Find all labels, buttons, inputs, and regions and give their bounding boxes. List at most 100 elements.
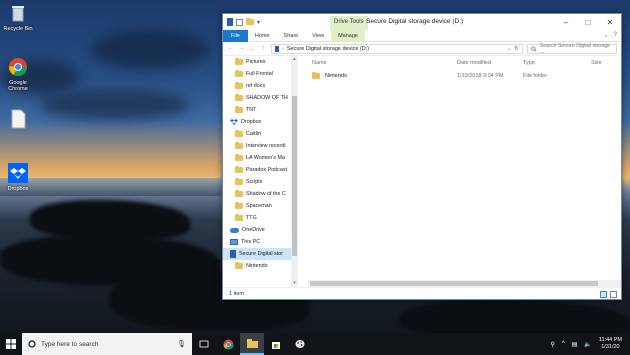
desktop-icon-document[interactable] [0, 108, 36, 132]
nav-item-6[interactable]: Caitlin [223, 128, 298, 140]
nav-item-16[interactable]: Secure Digital stor [223, 248, 298, 260]
up-icon[interactable]: ↑ [260, 45, 267, 52]
chrome-taskbar-icon[interactable] [216, 333, 240, 355]
minimize-button[interactable]: – [555, 14, 577, 30]
tab-view[interactable]: View [305, 30, 331, 42]
title-bar[interactable]: ▾ Drive Tools Secure Digital storage dev… [223, 14, 621, 30]
breadcrumb[interactable]: Secure Digital storage device (D:) [287, 46, 369, 52]
nav-item-13[interactable]: TTG [223, 212, 298, 224]
clock[interactable]: 11:44 PM 1/31/20 [599, 337, 622, 351]
search-box[interactable]: Search Secure Digital storage ... [527, 43, 617, 55]
desktop-icon-recycle-bin[interactable]: Recycle Bin [0, 2, 36, 32]
tab-home[interactable]: Home [248, 30, 277, 42]
nav-item-12[interactable]: Spaceman [223, 200, 298, 212]
start-button[interactable] [0, 333, 22, 355]
search-input[interactable]: Search Secure Digital storage ... [540, 43, 613, 55]
nav-item-10[interactable]: Scripts [223, 176, 298, 188]
desktop-icon-google-chrome[interactable]: Google Chrome [0, 56, 36, 92]
navigation-pane: Pictures Full Frontal ref docs SHADOW OF TH… [223, 56, 298, 287]
ribbon-help: ⌄ ? [604, 32, 617, 39]
chrome-icon [7, 56, 29, 78]
nav-item-label: OneDrive [242, 227, 265, 233]
document-icon [7, 108, 29, 130]
item-count: 1 item [229, 291, 244, 297]
quick-access-toolbar: ▾ [223, 17, 260, 26]
horizontal-scrollbar[interactable] [308, 280, 621, 287]
nav-item-label: LA Women's Ma [246, 155, 285, 161]
nav-item-9[interactable]: Paradox Podcast [223, 164, 298, 176]
desktop-icon-label: Recycle Bin [3, 26, 33, 32]
people-icon[interactable]: ⚲ [550, 341, 554, 348]
horizontal-scroll-thumb[interactable] [310, 281, 598, 286]
file-explorer-taskbar-icon[interactable] [240, 333, 264, 355]
folder-icon [235, 201, 243, 209]
nav-item-8[interactable]: LA Women's Ma [223, 152, 298, 164]
nav-scroll-thumb[interactable] [292, 96, 297, 256]
recycle-bin-icon [7, 2, 29, 24]
wallpaper-cloud [40, 90, 190, 120]
windows-icon [6, 339, 16, 349]
taskbar: Type here to search 🎙 ⚲ ^ ▤ 🔈 11:44 PM 1… [0, 333, 630, 355]
column-header-size[interactable]: Size [591, 60, 602, 66]
microphone-icon[interactable]: 🎙 [177, 340, 186, 348]
nav-item-5[interactable]: Dropbox [223, 116, 298, 128]
address-bar[interactable]: › Secure Digital storage device (D:) ⌄ ↻ [271, 43, 523, 54]
nav-item-label: Secure Digital stor [239, 251, 284, 257]
file-name: Nintendo [325, 73, 348, 79]
taskbar-search[interactable]: Type here to search 🎙 [22, 333, 192, 355]
nav-item-14[interactable]: OneDrive [223, 224, 298, 236]
nav-scrollbar[interactable]: ▴ ▾ [291, 56, 298, 287]
store-icon[interactable] [264, 333, 288, 355]
close-button[interactable]: ✕ [599, 14, 621, 30]
scroll-down-icon[interactable]: ▾ [291, 280, 298, 287]
maximize-button[interactable]: □ [577, 14, 599, 30]
ribbon-tabs: File Home Share View Manage ⌄ ? [223, 29, 621, 42]
column-header-name[interactable]: Name [312, 60, 457, 66]
network-icon[interactable]: ▤ [572, 341, 578, 348]
forward-icon[interactable]: → [238, 45, 245, 52]
help-icon[interactable]: ? [614, 32, 617, 39]
pc-icon [230, 239, 238, 245]
nav-item-15[interactable]: This PC [223, 236, 298, 248]
recent-locations-icon[interactable]: ⌄ [249, 46, 256, 52]
nav-item-1[interactable]: Full Frontal [223, 68, 298, 80]
drive-tools-context-tab: Drive Tools [330, 16, 368, 30]
file-date: 1/10/2018 3:04 PM [457, 73, 504, 79]
show-hidden-icons-icon[interactable]: ^ [562, 341, 565, 347]
taskbar-search-input[interactable]: Type here to search [41, 341, 172, 348]
tab-share[interactable]: Share [277, 30, 306, 42]
clock-date: 1/31/20 [601, 344, 620, 350]
folder-icon [235, 213, 243, 221]
details-view-icon[interactable] [600, 291, 607, 298]
tab-file[interactable]: File [223, 29, 248, 42]
scroll-up-icon[interactable]: ▴ [291, 56, 298, 63]
nav-item-label: TTG [246, 215, 257, 221]
nav-item-label: Caitlin [246, 131, 261, 137]
volume-icon[interactable]: 🔈 [584, 341, 591, 348]
customize-toolbar-icon[interactable]: ▾ [257, 19, 260, 26]
task-view-icon[interactable] [192, 333, 216, 355]
paint-icon[interactable] [288, 333, 312, 355]
large-icons-view-icon[interactable] [610, 291, 617, 298]
back-icon[interactable]: ← [227, 45, 234, 52]
column-header-date[interactable]: Date modified [457, 60, 523, 66]
nav-item-3[interactable]: SHADOW OF TH [223, 92, 298, 104]
new-folder-icon[interactable] [246, 17, 254, 25]
wallpaper-cloud [90, 30, 210, 70]
expand-ribbon-icon[interactable]: ⌄ [604, 32, 609, 39]
nav-item-7[interactable]: Interview recordi [223, 140, 298, 152]
dropbox-icon [230, 118, 238, 126]
nav-item-17[interactable]: Nintendo [223, 260, 298, 272]
column-header-type[interactable]: Type [523, 60, 591, 66]
desktop-icon-dropbox[interactable]: Dropbox [0, 162, 36, 192]
nav-item-2[interactable]: ref docs [223, 80, 298, 92]
file-row[interactable]: Nintendo 1/10/2018 3:04 PM File folder [298, 70, 621, 82]
folder-icon [235, 153, 243, 161]
nav-item-0[interactable]: Pictures [223, 56, 298, 68]
properties-icon[interactable] [236, 18, 243, 26]
nav-item-11[interactable]: Shadow of the C [223, 188, 298, 200]
refresh-icon[interactable]: ↻ [514, 46, 519, 52]
tab-manage[interactable]: Manage [331, 29, 365, 42]
nav-item-4[interactable]: TNT [223, 104, 298, 116]
address-dropdown-icon[interactable]: ⌄ [507, 46, 512, 52]
